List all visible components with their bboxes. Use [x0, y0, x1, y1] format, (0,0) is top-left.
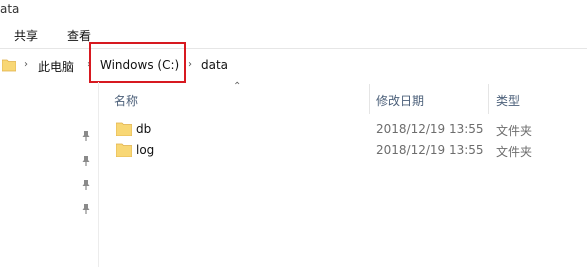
pin-icon[interactable]: [80, 203, 92, 215]
column-header-name[interactable]: 名称: [114, 92, 138, 109]
breadcrumb-data[interactable]: data: [201, 58, 228, 72]
pin-icon[interactable]: [80, 155, 92, 167]
column-header-modified[interactable]: 修改日期: [376, 92, 424, 109]
highlight-box: [89, 42, 186, 83]
pin-icon[interactable]: [80, 179, 92, 191]
file-type: 文件夹: [496, 145, 533, 159]
column-divider[interactable]: [488, 84, 489, 114]
folder-icon: [2, 59, 16, 72]
file-type: 文件夹: [496, 124, 533, 138]
folder-icon: [116, 122, 132, 136]
chevron-right-icon[interactable]: ›: [188, 59, 196, 71]
folder-icon: [116, 143, 132, 157]
pin-icon[interactable]: [80, 130, 92, 142]
list-item[interactable]: db 2018/12/19 13:55 文件夹: [110, 118, 587, 140]
file-modified: 2018/12/19 13:55: [376, 143, 484, 157]
pane-divider: [98, 82, 99, 267]
column-divider[interactable]: [369, 84, 370, 114]
file-name: log: [136, 143, 155, 157]
breadcrumb-this-pc[interactable]: 此电脑: [38, 58, 74, 75]
sort-up-icon: ⌃: [233, 81, 242, 92]
window-title: ata: [0, 2, 20, 16]
list-item[interactable]: log 2018/12/19 13:55 文件夹: [110, 139, 587, 161]
file-modified: 2018/12/19 13:55: [376, 122, 484, 136]
column-header-type[interactable]: 类型: [496, 92, 520, 109]
chevron-right-icon[interactable]: ›: [24, 59, 32, 71]
tab-share[interactable]: 共享: [14, 27, 38, 44]
tab-view[interactable]: 查看: [67, 27, 91, 44]
file-name: db: [136, 122, 152, 136]
